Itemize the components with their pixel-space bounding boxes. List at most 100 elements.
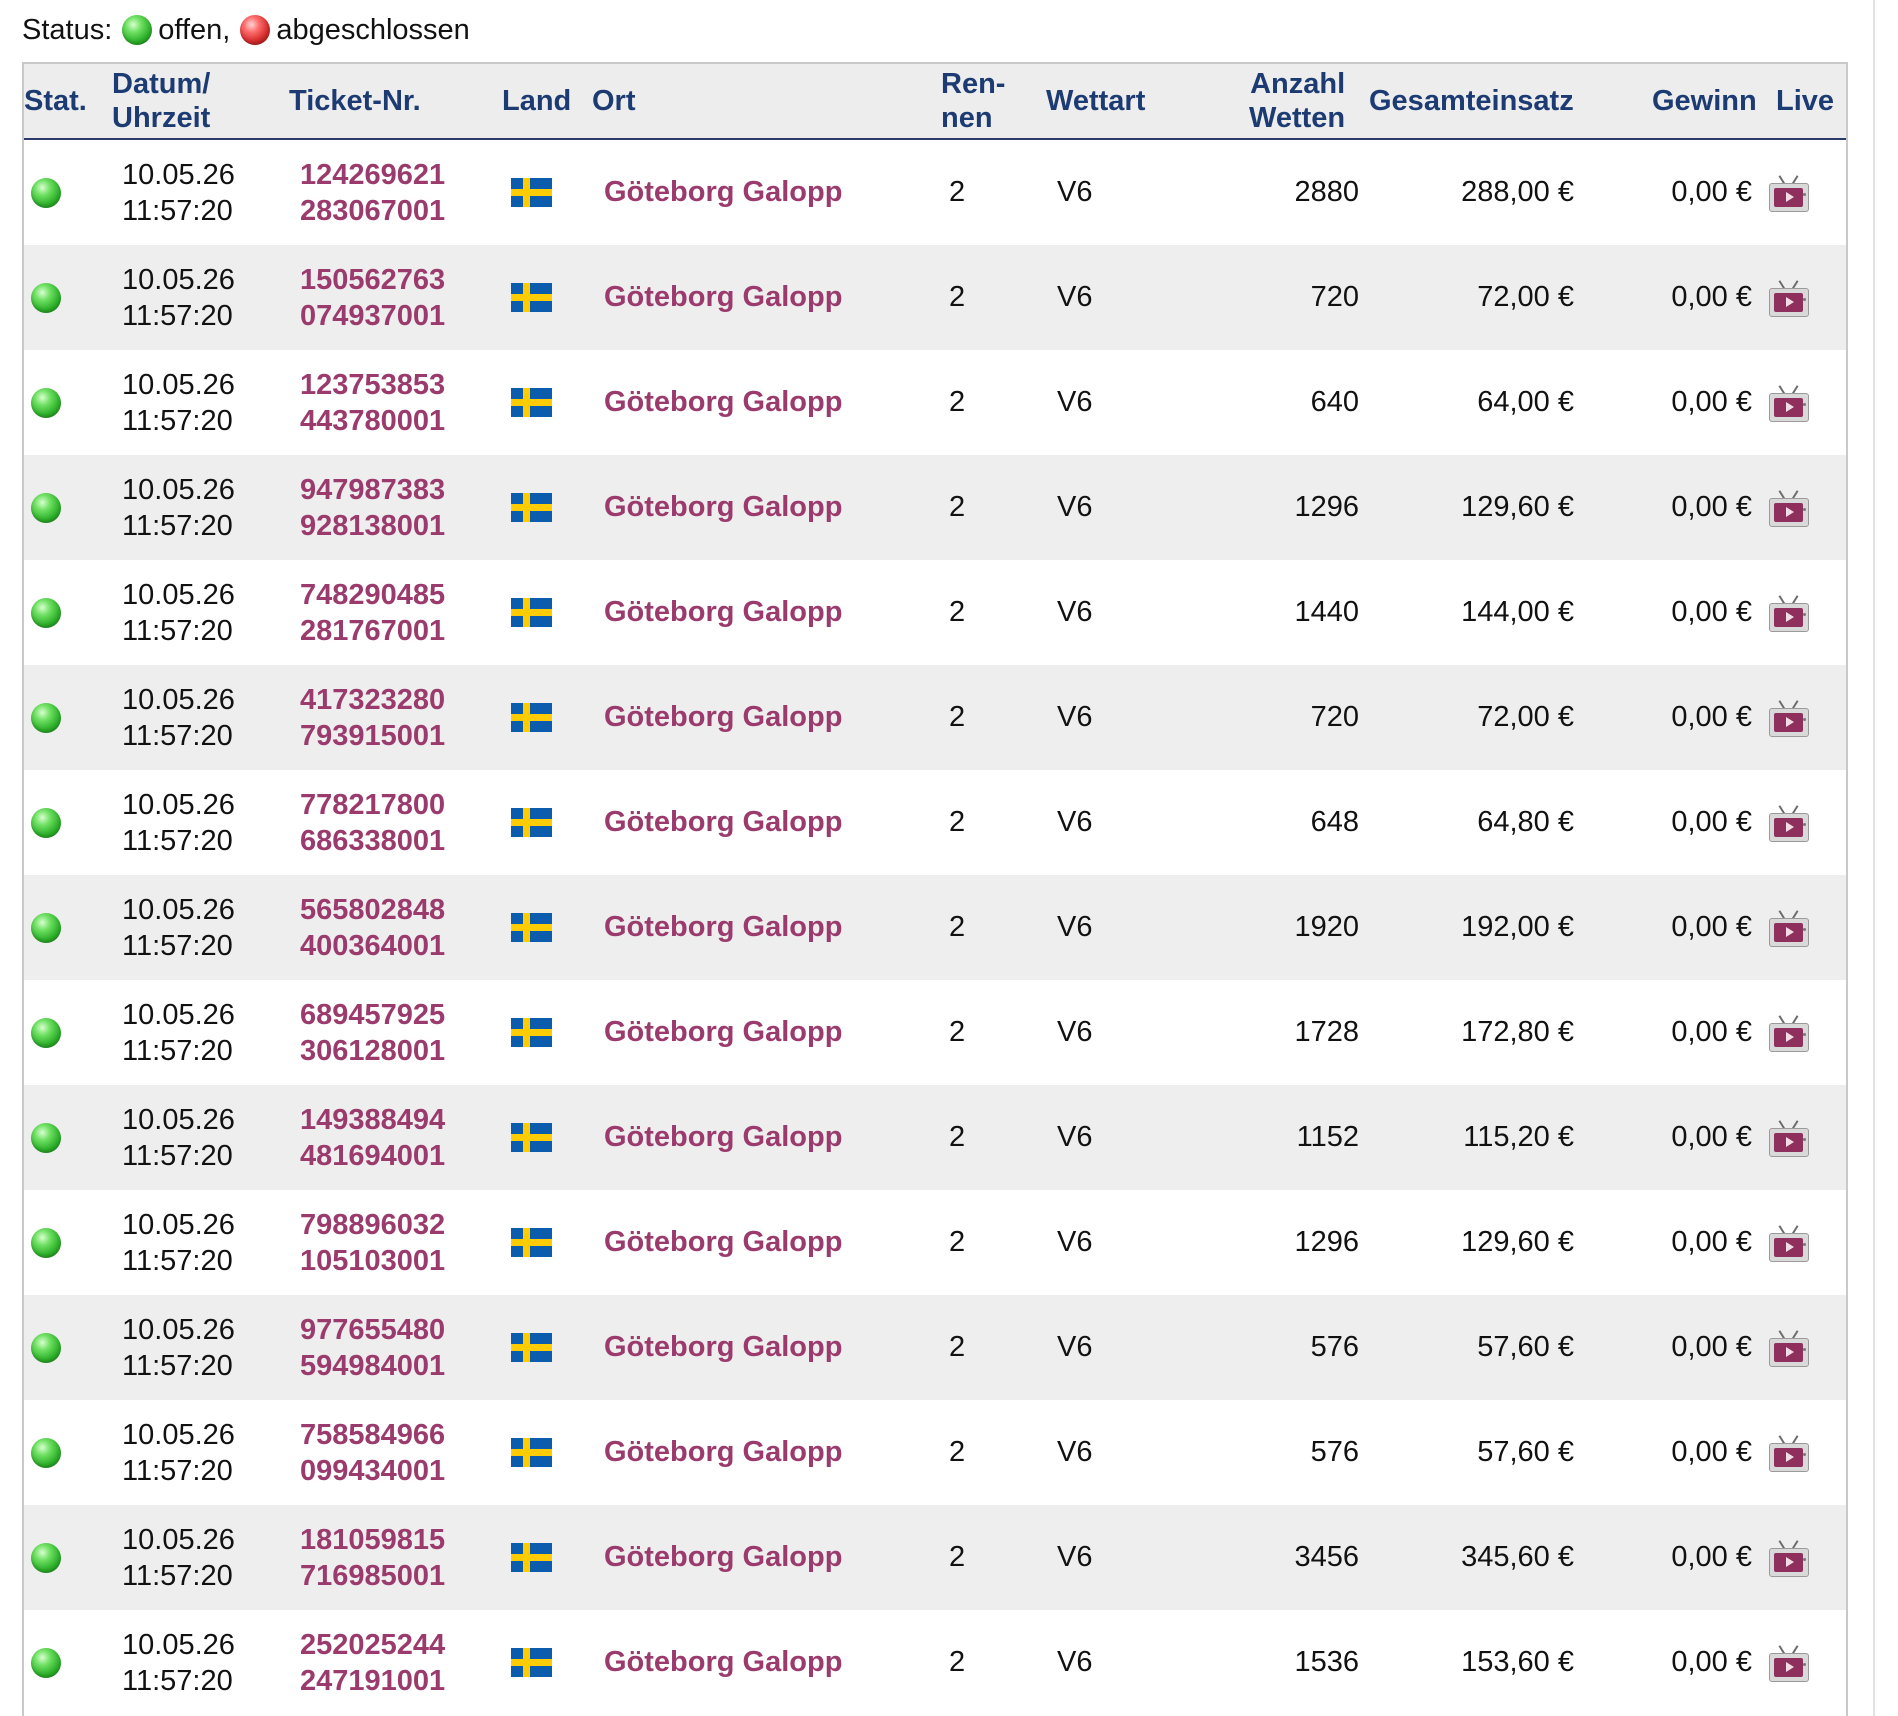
column-header-country[interactable]: Land bbox=[502, 64, 582, 138]
table-row: 10.05.26 11:57:20 778217800 686338001 Götebo… bbox=[24, 770, 1846, 875]
column-header-bet-count[interactable]: Anzahl Wetten bbox=[1249, 64, 1389, 138]
live-tv-button[interactable] bbox=[1769, 1295, 1819, 1400]
win-amount: 0,00 € bbox=[1671, 281, 1752, 313]
place-name: Göteborg Galopp bbox=[604, 281, 843, 313]
tv-icon bbox=[1769, 1434, 1809, 1472]
place-link[interactable]: Göteborg Galopp bbox=[604, 770, 924, 875]
green-status-dot-icon bbox=[31, 1017, 61, 1048]
ticket-number-link[interactable]: 150562763 074937001 bbox=[300, 245, 460, 350]
ticket-number-line-2: 686338001 bbox=[300, 824, 446, 857]
place-link[interactable]: Göteborg Galopp bbox=[604, 245, 924, 350]
ticket-number-link[interactable]: 778217800 686338001 bbox=[300, 770, 460, 875]
total-stake: 144,00 € bbox=[1461, 596, 1574, 628]
date-value: 10.05.26 bbox=[122, 1628, 235, 1661]
sweden-flag-icon bbox=[511, 1228, 552, 1257]
datetime-cell: 10.05.26 11:57:20 bbox=[122, 770, 252, 875]
live-tv-button[interactable] bbox=[1769, 140, 1819, 245]
column-header-win-label: Gewinn bbox=[1652, 85, 1757, 117]
ticket-number: 150562763 074937001 bbox=[300, 262, 445, 334]
column-header-ticket[interactable]: Ticket-Nr. bbox=[289, 64, 449, 138]
place-link[interactable]: Göteborg Galopp bbox=[604, 1295, 924, 1400]
green-status-dot-icon bbox=[31, 1227, 61, 1258]
datetime-value: 10.05.26 11:57:20 bbox=[122, 1627, 235, 1699]
ticket-number-link[interactable]: 758584966 099434001 bbox=[300, 1400, 460, 1505]
total-stake: 64,80 € bbox=[1477, 806, 1574, 838]
ticket-number-link[interactable]: 947987383 928138001 bbox=[300, 455, 460, 560]
live-tv-button[interactable] bbox=[1769, 455, 1819, 560]
status-cell bbox=[31, 980, 71, 1085]
ticket-number-line-2: 283067001 bbox=[300, 194, 446, 227]
place-link[interactable]: Göteborg Galopp bbox=[604, 875, 924, 980]
datetime-cell: 10.05.26 11:57:20 bbox=[122, 350, 252, 455]
live-tv-button[interactable] bbox=[1769, 1190, 1819, 1295]
ticket-number-link[interactable]: 689457925 306128001 bbox=[300, 980, 460, 1085]
table-row: 10.05.26 11:57:20 252025244 247191001 Götebo… bbox=[24, 1610, 1846, 1715]
time-value: 11:57:20 bbox=[122, 404, 233, 437]
ticket-number-link[interactable]: 798896032 105103001 bbox=[300, 1190, 460, 1295]
sweden-flag-icon bbox=[511, 388, 552, 417]
status-cell bbox=[31, 245, 71, 350]
live-tv-button[interactable] bbox=[1769, 1085, 1819, 1190]
place-link[interactable]: Göteborg Galopp bbox=[604, 350, 924, 455]
live-tv-button[interactable] bbox=[1769, 875, 1819, 980]
live-tv-button[interactable] bbox=[1769, 245, 1819, 350]
ticket-number-link[interactable]: 124269621 283067001 bbox=[300, 140, 460, 245]
place-link[interactable]: Göteborg Galopp bbox=[604, 1505, 924, 1610]
ticket-number-link[interactable]: 565802848 400364001 bbox=[300, 875, 460, 980]
column-header-datetime[interactable]: Datum/ Uhrzeit bbox=[112, 64, 232, 138]
datetime-value: 10.05.26 11:57:20 bbox=[122, 1522, 235, 1594]
live-tv-button[interactable] bbox=[1769, 665, 1819, 770]
win-cell: 0,00 € bbox=[1599, 560, 1752, 665]
country-cell bbox=[511, 1295, 561, 1400]
bet-count-cell: 648 bbox=[1224, 770, 1359, 875]
ticket-number-link[interactable]: 149388494 481694001 bbox=[300, 1085, 460, 1190]
live-tv-button[interactable] bbox=[1769, 1610, 1819, 1715]
live-tv-button[interactable] bbox=[1769, 560, 1819, 665]
place-link[interactable]: Göteborg Galopp bbox=[604, 1085, 924, 1190]
place-link[interactable]: Göteborg Galopp bbox=[604, 455, 924, 560]
date-value: 10.05.26 bbox=[122, 368, 235, 401]
column-header-bet-type[interactable]: Wettart bbox=[1046, 64, 1166, 138]
live-tv-button[interactable] bbox=[1769, 770, 1819, 875]
ticket-number-line-1: 123753853 bbox=[300, 368, 446, 401]
sweden-flag-icon bbox=[511, 283, 552, 312]
live-tv-button[interactable] bbox=[1769, 1400, 1819, 1505]
ticket-number-link[interactable]: 181059815 716985001 bbox=[300, 1505, 460, 1610]
bet-type: V6 bbox=[1057, 1436, 1093, 1468]
date-value: 10.05.26 bbox=[122, 683, 235, 716]
ticket-number: 123753853 443780001 bbox=[300, 367, 445, 439]
status-cell bbox=[31, 455, 71, 560]
live-tv-button[interactable] bbox=[1769, 1505, 1819, 1610]
place-link[interactable]: Göteborg Galopp bbox=[604, 665, 924, 770]
column-header-live[interactable]: Live bbox=[1776, 64, 1846, 138]
country-cell bbox=[511, 1400, 561, 1505]
column-header-place[interactable]: Ort bbox=[592, 64, 672, 138]
place-link[interactable]: Göteborg Galopp bbox=[604, 1400, 924, 1505]
ticket-number-link[interactable]: 977655480 594984001 bbox=[300, 1295, 460, 1400]
total-stake-cell: 129,60 € bbox=[1384, 455, 1574, 560]
column-header-status[interactable]: Stat. bbox=[24, 64, 102, 138]
status-cell bbox=[31, 875, 71, 980]
place-link[interactable]: Göteborg Galopp bbox=[604, 1190, 924, 1295]
ticket-number-link[interactable]: 123753853 443780001 bbox=[300, 350, 460, 455]
column-header-bet-count-line-1: Anzahl bbox=[1250, 68, 1346, 100]
column-header-total-stake[interactable]: Gesamteinsatz bbox=[1369, 64, 1599, 138]
green-status-dot-icon bbox=[31, 1332, 61, 1363]
place-link[interactable]: Göteborg Galopp bbox=[604, 1610, 924, 1715]
ticket-number-line-2: 928138001 bbox=[300, 509, 446, 542]
place-link[interactable]: Göteborg Galopp bbox=[604, 140, 924, 245]
table-row: 10.05.26 11:57:20 123753853 443780001 Götebo… bbox=[24, 350, 1846, 455]
place-name: Göteborg Galopp bbox=[604, 911, 843, 943]
ticket-number-link[interactable]: 417323280 793915001 bbox=[300, 665, 460, 770]
ticket-number-link[interactable]: 748290485 281767001 bbox=[300, 560, 460, 665]
live-tv-button[interactable] bbox=[1769, 980, 1819, 1085]
ticket-number-link[interactable]: 252025244 247191001 bbox=[300, 1610, 460, 1715]
place-link[interactable]: Göteborg Galopp bbox=[604, 560, 924, 665]
column-header-race[interactable]: Ren- nen bbox=[941, 64, 1021, 138]
status-cell bbox=[31, 1295, 71, 1400]
ticket-number-line-2: 281767001 bbox=[300, 614, 446, 647]
column-header-win[interactable]: Gewinn bbox=[1652, 64, 1762, 138]
win-cell: 0,00 € bbox=[1599, 1505, 1752, 1610]
live-tv-button[interactable] bbox=[1769, 350, 1819, 455]
place-link[interactable]: Göteborg Galopp bbox=[604, 980, 924, 1085]
